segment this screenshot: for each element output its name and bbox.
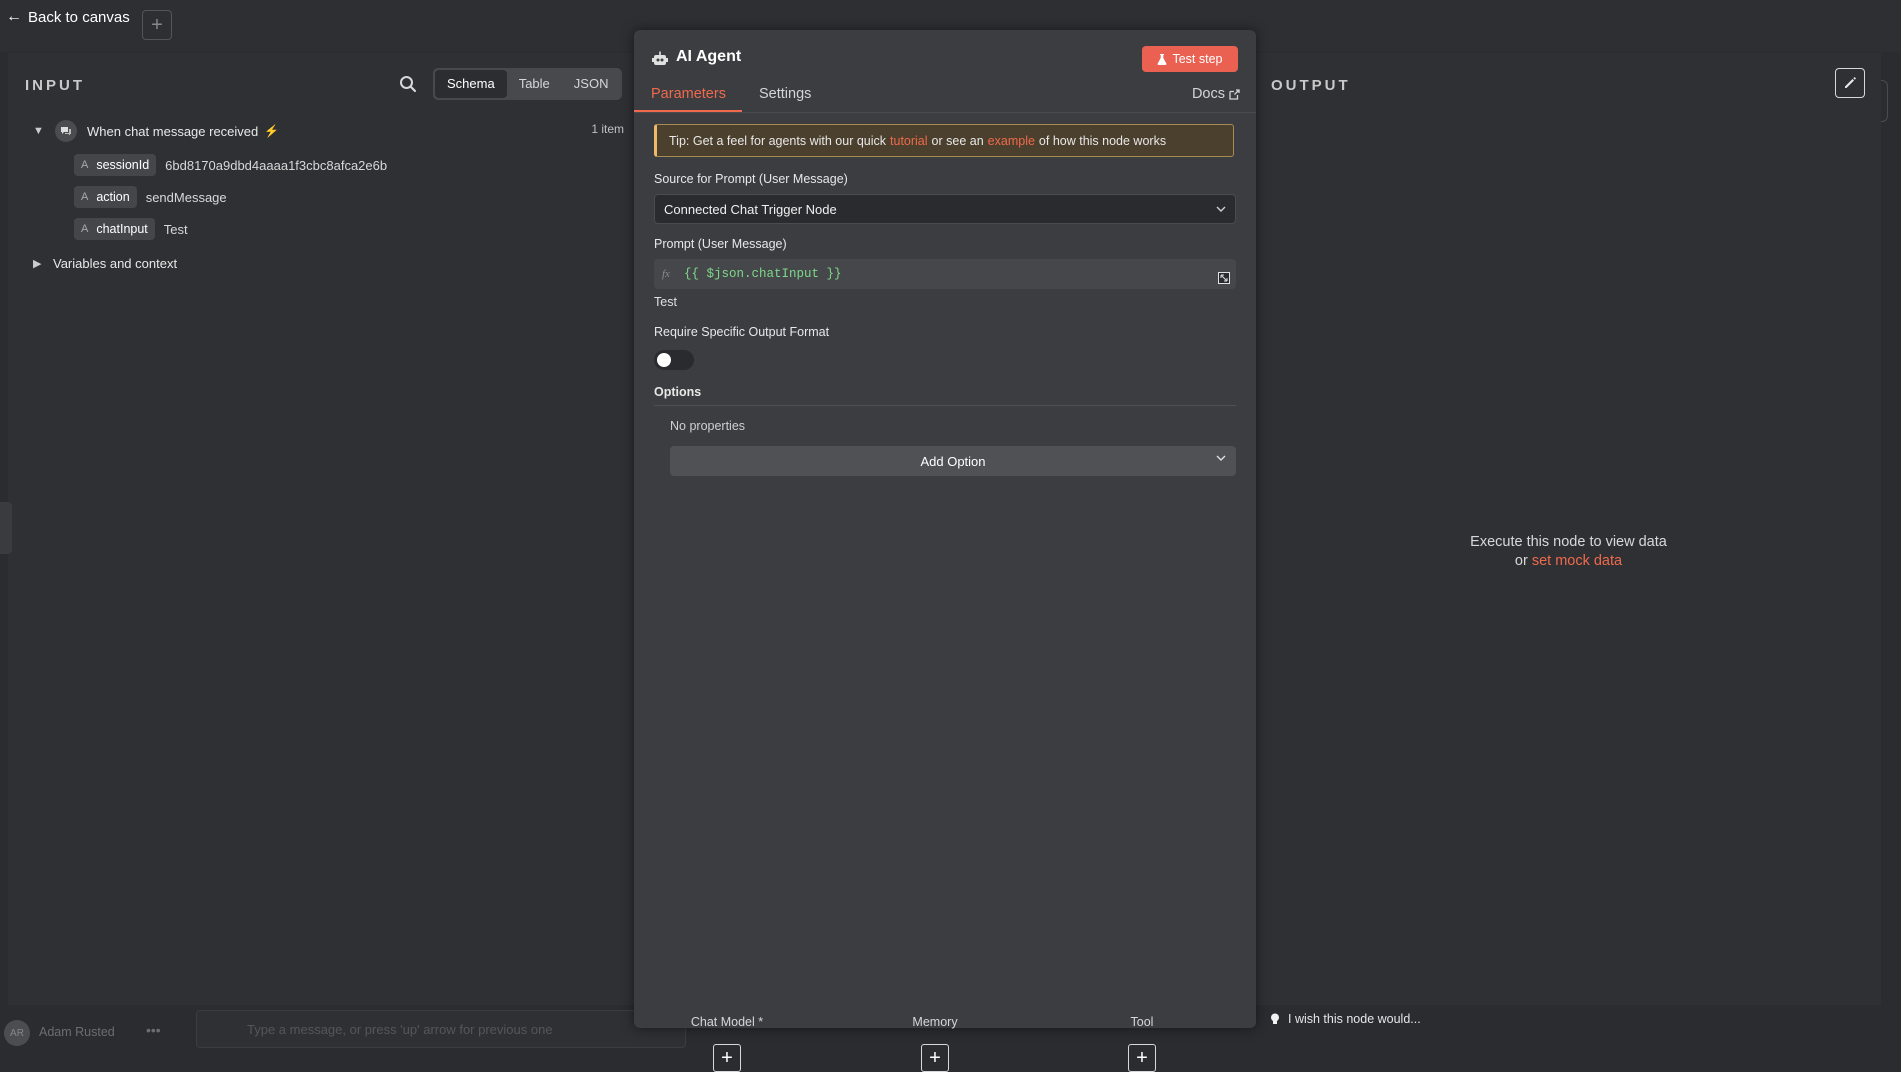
memory-label: Memory <box>912 1015 958 1029</box>
example-link[interactable]: example <box>988 134 1035 148</box>
lightning-icon: ⚡ <box>264 124 280 138</box>
options-heading: Options <box>654 385 702 399</box>
execute-hint: Execute this node to view data <box>1470 534 1667 550</box>
prompt-expression: {{ $json.chatInput }} <box>683 267 842 281</box>
no-properties-text: No properties <box>670 419 746 433</box>
variables-context-label: Variables and context <box>53 256 178 271</box>
toggle-knob <box>657 353 671 367</box>
user-name: Adam Rusted <box>39 1025 115 1039</box>
add-option-label: Add Option <box>920 453 986 469</box>
view-toggle: Schema Table JSON <box>433 68 623 100</box>
field-value: 6bd8170a9dbd4aaaa1f3cbc8afca2e6b <box>165 157 388 173</box>
add-option-button[interactable]: Add Option <box>670 446 1236 476</box>
chevron-down-icon <box>1216 206 1226 212</box>
trigger-node-row[interactable]: ▼ When chat message received ⚡ <box>33 120 279 142</box>
tutorial-link[interactable]: tutorial <box>890 134 928 148</box>
output-format-label: Require Specific Output Format <box>654 325 830 339</box>
field-key: action <box>96 190 130 204</box>
output-empty-state: Execute this node to view data or set mo… <box>1256 533 1881 571</box>
string-type-icon: A <box>81 191 89 203</box>
feedback-label: I wish this node would... <box>1288 1012 1421 1026</box>
add-memory-button[interactable]: + <box>921 1044 949 1072</box>
options-divider <box>654 405 1236 406</box>
chat-input[interactable]: Type a message, or press 'up' arrow for … <box>196 1010 686 1048</box>
docs-link[interactable]: Docs <box>1192 86 1240 102</box>
view-table-tab[interactable]: Table <box>507 70 562 98</box>
back-to-canvas-link[interactable]: ← Back to canvas <box>6 8 130 26</box>
pencil-icon <box>1845 77 1856 88</box>
prompt-expression-input[interactable]: fx {{ $json.chatInput }} <box>654 259 1236 289</box>
prompt-label: Prompt (User Message) <box>654 237 787 251</box>
variables-context-row[interactable]: ▶ Variables and context <box>33 256 177 271</box>
external-link-icon <box>1229 88 1240 100</box>
field-value: Test <box>163 221 188 237</box>
chat-model-label: Chat Model * <box>690 1015 764 1029</box>
string-type-icon: A <box>81 159 89 171</box>
feedback-link[interactable]: I wish this node would... <box>1270 1012 1421 1026</box>
output-heading: OUTPUT <box>1271 77 1351 94</box>
source-prompt-select[interactable]: Connected Chat Trigger Node <box>654 194 1236 224</box>
tool-label: Tool <box>1130 1015 1154 1029</box>
expand-editor-icon[interactable] <box>1218 272 1230 284</box>
user-menu-button[interactable]: ••• <box>146 1022 161 1038</box>
output-format-toggle[interactable] <box>654 350 694 370</box>
fx-icon: fx <box>662 268 670 280</box>
node-settings-panel: AI Agent Test step Parameters Settings D… <box>634 30 1256 1072</box>
prompt-preview: Test <box>654 295 677 309</box>
test-step-label: Test step <box>1172 52 1223 66</box>
search-icon[interactable] <box>398 74 418 94</box>
docs-label: Docs <box>1191 86 1225 102</box>
field-row: A chatInput Test <box>74 218 188 240</box>
item-count: 1 item <box>591 122 624 136</box>
lightbulb-icon <box>1271 1013 1279 1024</box>
field-row: A action sendMessage <box>74 186 227 208</box>
tab-settings[interactable]: Settings <box>759 86 811 102</box>
add-tool-button[interactable]: + <box>1128 1044 1156 1072</box>
string-type-icon: A <box>81 223 89 235</box>
set-mock-data-link[interactable]: set mock data <box>1532 553 1622 569</box>
chevron-down-icon[interactable]: ▼ <box>33 125 47 137</box>
panel-edge <box>1881 80 1888 122</box>
flask-icon <box>1158 54 1167 65</box>
edit-output-button[interactable] <box>1835 68 1865 98</box>
view-schema-tab[interactable]: Schema <box>435 70 507 98</box>
arrow-left-icon: ← <box>6 8 22 25</box>
tip-text: of how this node works <box>1038 133 1167 148</box>
source-prompt-value: Connected Chat Trigger Node <box>664 201 837 217</box>
trigger-name: When chat message received <box>87 123 259 139</box>
panel-resize-handle[interactable] <box>0 502 12 554</box>
tip-text: Tip: Get a feel for agents with our quic… <box>669 133 887 148</box>
chat-bubble-icon <box>55 120 77 142</box>
add-node-button[interactable]: + <box>142 10 172 40</box>
avatar[interactable]: AR <box>4 1020 30 1046</box>
add-chat-model-button[interactable]: + <box>713 1044 741 1072</box>
output-panel: OUTPUT Execute this node to view data or… <box>1256 53 1881 1005</box>
view-json-tab[interactable]: JSON <box>562 70 621 98</box>
field-value: sendMessage <box>145 189 227 205</box>
field-pill[interactable]: A action <box>74 186 137 208</box>
tab-parameters[interactable]: Parameters <box>651 86 726 102</box>
or-text: or <box>1514 553 1528 569</box>
tab-divider <box>634 112 1256 113</box>
chevron-down-icon <box>1216 455 1226 461</box>
input-heading: INPUT <box>25 77 85 94</box>
chevron-right-icon[interactable]: ▶ <box>33 257 47 270</box>
field-row: A sessionId 6bd8170a9dbd4aaaa1f3cbc8afca… <box>74 154 387 176</box>
field-key: sessionId <box>96 158 150 172</box>
back-to-canvas-label: Back to canvas <box>28 8 130 26</box>
input-panel: INPUT Schema Table JSON ▼ When chat mess… <box>8 53 636 1005</box>
tip-text: or see an <box>931 133 984 148</box>
tip-callout: Tip: Get a feel for agents with our quic… <box>654 124 1234 157</box>
field-pill[interactable]: A sessionId <box>74 154 157 176</box>
robot-icon <box>652 51 668 65</box>
source-prompt-label: Source for Prompt (User Message) <box>654 172 848 186</box>
field-pill[interactable]: A chatInput <box>74 218 155 240</box>
test-step-button[interactable]: Test step <box>1142 46 1238 72</box>
node-title[interactable]: AI Agent <box>676 48 741 66</box>
field-key: chatInput <box>96 222 148 236</box>
